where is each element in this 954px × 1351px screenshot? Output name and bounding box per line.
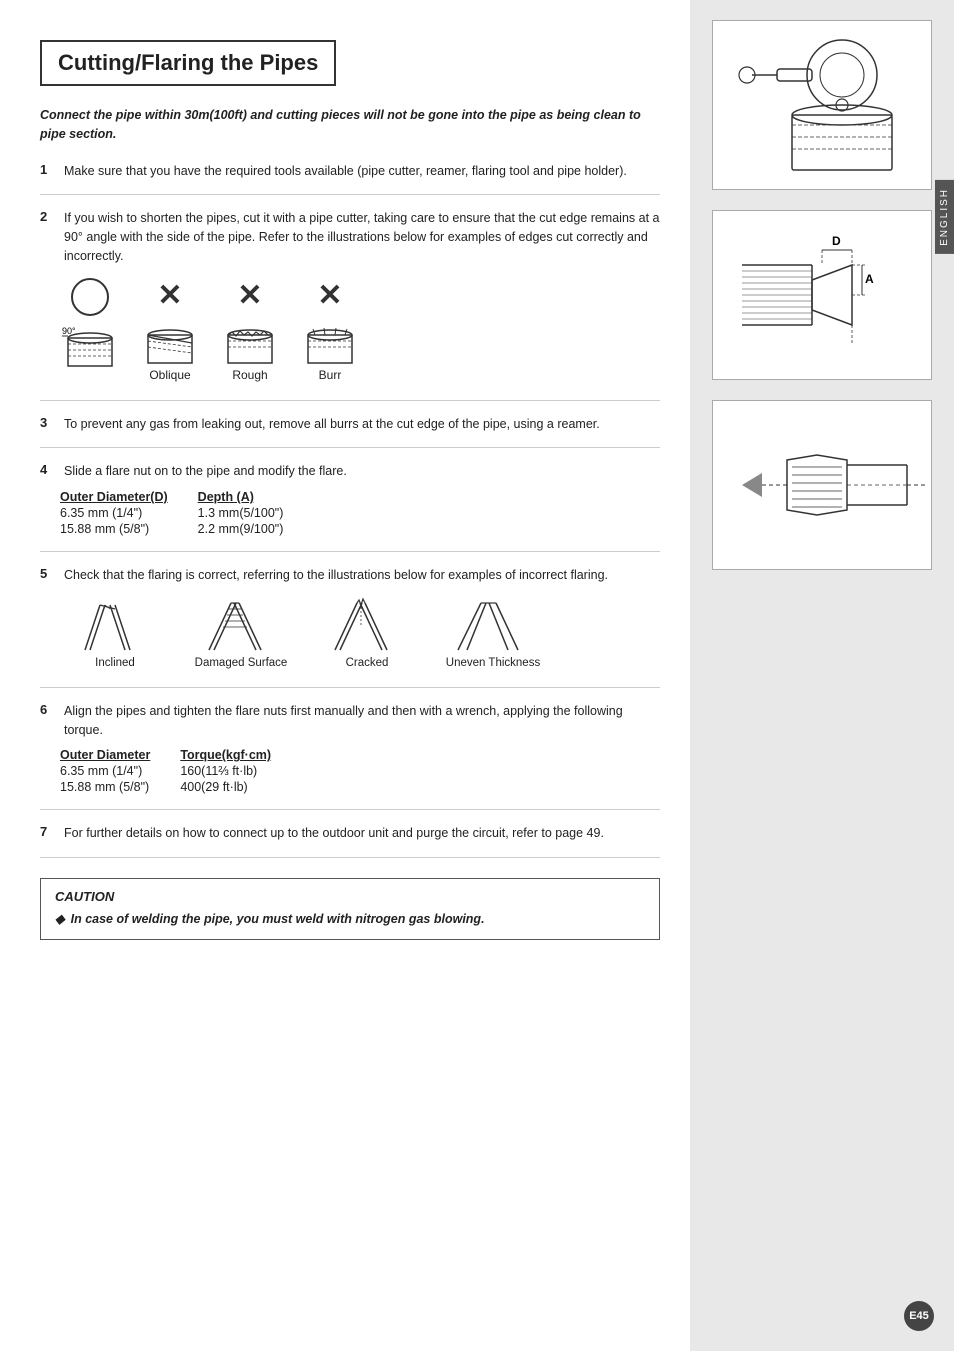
diagram-pipe-cutter — [712, 20, 932, 190]
torque-row1-col2: 160(11⅔ ft·lb) — [180, 763, 301, 779]
torque-row2-col2: 400(29 ft·lb) — [180, 779, 301, 795]
step-2-text: If you wish to shorten the pipes, cut it… — [64, 209, 660, 265]
flaring-col2-header: Depth (A) — [198, 489, 314, 505]
flare-uneven: Uneven Thickness — [438, 595, 548, 669]
step-6-text: Align the pipes and tighten the flare nu… — [64, 702, 660, 740]
step-7-text: For further details on how to connect up… — [64, 824, 660, 843]
cut-correct: 90° — [60, 278, 120, 371]
cut-oblique: ✕ Oblique — [140, 278, 200, 382]
step-1: 1 Make sure that you have the required t… — [40, 162, 660, 196]
correct-pipe-svg: 90° — [60, 316, 120, 371]
page-number: E45 — [904, 1301, 934, 1331]
step-6: 6 Align the pipes and tighten the flare … — [40, 702, 660, 811]
step-7-number: 7 — [40, 824, 54, 839]
inclined-label: Inclined — [95, 657, 135, 669]
burr-pipe-svg — [300, 313, 360, 368]
step-7: 7 For further details on how to connect … — [40, 824, 660, 858]
step-4-number: 4 — [40, 462, 54, 477]
torque-row2-col1: 15.88 mm (5/8") — [60, 779, 180, 795]
oblique-label: Oblique — [149, 368, 190, 382]
step-4-text: Slide a flare nut on to the pipe and mod… — [64, 462, 660, 481]
cracked-svg — [327, 595, 407, 657]
torque-col2-header: Torque(kgf·cm) — [180, 747, 301, 763]
step-2-number: 2 — [40, 209, 54, 224]
rough-pipe-svg — [220, 313, 280, 368]
flaring-row2-col1: 15.88 mm (5/8") — [60, 521, 198, 537]
right-sidebar: D A — [690, 0, 954, 1351]
step-2: 2 If you wish to shorten the pipes, cut … — [40, 209, 660, 400]
svg-text:A: A — [865, 272, 874, 286]
caution-text: ◆ In case of welding the pipe, you must w… — [55, 910, 645, 929]
step-6-number: 6 — [40, 702, 54, 717]
burr-label: Burr — [319, 368, 342, 382]
step-5-number: 5 — [40, 566, 54, 581]
english-tab: ENGLISH — [935, 180, 954, 254]
torque-table: Outer Diameter Torque(kgf·cm) 6.35 mm (1… — [60, 747, 660, 795]
cut-burr: ✕ Burr — [300, 278, 360, 382]
measurement-svg: D A — [722, 215, 922, 375]
caution-body: In case of welding the pipe, you must we… — [71, 912, 485, 926]
flare-cracked: Cracked — [312, 595, 422, 669]
damaged-label: Damaged Surface — [195, 657, 288, 669]
correct-circle-icon — [71, 278, 109, 316]
step-1-number: 1 — [40, 162, 54, 177]
oblique-x-icon: ✕ — [157, 278, 182, 313]
flaring-col1-header: Outer Diameter(D) — [60, 489, 198, 505]
flare-assembly-svg — [717, 405, 927, 565]
diagram-measurement: D A — [712, 210, 932, 380]
diagram-flare-assembly — [712, 400, 932, 570]
page-title: Cutting/Flaring the Pipes — [40, 40, 336, 86]
uneven-svg — [453, 595, 533, 657]
flaring-row1-col2: 1.3 mm(5/100") — [198, 505, 314, 521]
step-3: 3 To prevent any gas from leaking out, r… — [40, 415, 660, 449]
step-1-text: Make sure that you have the required too… — [64, 162, 660, 181]
cut-rough: ✕ Rough — [220, 278, 280, 382]
cracked-label: Cracked — [346, 657, 389, 669]
svg-text:D: D — [832, 234, 841, 248]
step-5: 5 Check that the flaring is correct, ref… — [40, 566, 660, 688]
flare-illustrations: Inclined Damaged Surface — [60, 595, 660, 669]
inclined-svg — [75, 595, 155, 657]
step-3-text: To prevent any gas from leaking out, rem… — [64, 415, 660, 434]
step-3-number: 3 — [40, 415, 54, 430]
uneven-label: Uneven Thickness — [446, 657, 540, 669]
damaged-svg — [201, 595, 281, 657]
main-content: Cutting/Flaring the Pipes Connect the pi… — [0, 0, 690, 1351]
flaring-row2-col2: 2.2 mm(9/100") — [198, 521, 314, 537]
rough-label: Rough — [232, 368, 267, 382]
caution-title: CAUTION — [55, 889, 645, 904]
caution-box: CAUTION ◆ In case of welding the pipe, yo… — [40, 878, 660, 940]
cut-illustrations: 90° ✕ — [60, 278, 660, 382]
diamond-icon: ◆ — [55, 912, 65, 926]
step-4: 4 Slide a flare nut on to the pipe and m… — [40, 462, 660, 552]
flaring-row1-col1: 6.35 mm (1/4") — [60, 505, 198, 521]
intro-text: Connect the pipe within 30m(100ft) and c… — [40, 106, 660, 144]
flare-inclined: Inclined — [60, 595, 170, 669]
torque-col1-header: Outer Diameter — [60, 747, 180, 763]
rough-x-icon: ✕ — [237, 278, 262, 313]
torque-row1-col1: 6.35 mm (1/4") — [60, 763, 180, 779]
pipe-cutter-svg — [722, 25, 922, 185]
flare-damaged: Damaged Surface — [186, 595, 296, 669]
flaring-table: Outer Diameter(D) Depth (A) 6.35 mm (1/4… — [60, 489, 660, 537]
oblique-pipe-svg — [140, 313, 200, 368]
burr-x-icon: ✕ — [317, 278, 342, 313]
step-5-text: Check that the flaring is correct, refer… — [64, 566, 660, 585]
